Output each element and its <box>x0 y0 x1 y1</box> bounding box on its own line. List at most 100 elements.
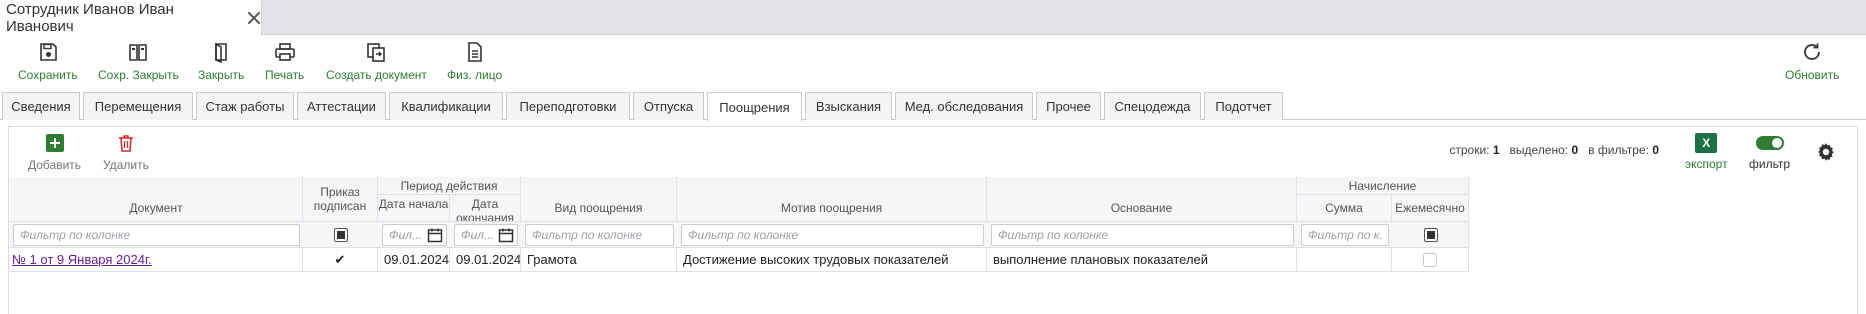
tab-label: Спецодежда <box>1114 99 1191 114</box>
checkmark-icon: ✔ <box>334 251 346 267</box>
tab-qualifications[interactable]: Квалификации <box>389 92 503 120</box>
col-header-date-start[interactable]: Дата начала <box>378 195 450 222</box>
door-icon <box>215 42 227 63</box>
col-header-text: Мотив поощрения <box>780 201 883 215</box>
col-header-text: Ежемесячно <box>1395 201 1465 215</box>
filter-switch[interactable] <box>1755 136 1784 150</box>
col-header-date-end[interactable]: Дата окончания <box>450 195 521 222</box>
table-row-amount[interactable] <box>1297 248 1392 272</box>
print-label: Печать <box>265 68 305 82</box>
print-button[interactable]: Печать <box>265 41 304 82</box>
tab-label: Поощрения <box>719 99 790 115</box>
tab-other[interactable]: Прочее <box>1036 92 1101 120</box>
delete-button[interactable]: Удалить <box>103 133 149 172</box>
save-label: Сохранить <box>18 68 78 82</box>
col-header-text: Сумма <box>1325 201 1363 215</box>
tab-label: Прочее <box>1046 99 1091 114</box>
gear-icon[interactable] <box>1815 141 1837 163</box>
tab-transfers[interactable]: Перемещения <box>83 92 193 120</box>
document-icon <box>467 42 482 62</box>
tab-label: Взыскания <box>815 99 882 114</box>
table-row-basis[interactable]: выполнение плановых показателей <box>987 248 1297 272</box>
tab-penalties[interactable]: Взыскания <box>805 92 892 120</box>
person-button[interactable]: Физ. лицо <box>447 41 502 82</box>
table-row-award-reason[interactable]: Достижение высоких трудовых показателей <box>677 248 987 272</box>
award-reason-value: Достижение высоких трудовых показателей <box>683 252 949 267</box>
rows-count-label: строки: <box>1449 143 1490 157</box>
col-header-order-signed[interactable]: Приказ подписан <box>303 177 378 222</box>
tab-info[interactable]: Сведения <box>2 92 80 120</box>
col-header-text: Дата окончания <box>455 197 515 222</box>
document-filter-input[interactable] <box>13 224 300 246</box>
col-header-basis[interactable]: Основание <box>987 177 1297 222</box>
create-document-button[interactable]: Создать документ <box>326 41 427 82</box>
basis-filter-input[interactable] <box>991 224 1294 246</box>
tab-attestations[interactable]: Аттестации <box>297 92 386 120</box>
save-close-label: Сохр. Закрыть <box>98 68 179 82</box>
award-type-value: Грамота <box>527 252 577 267</box>
awards-panel: Добавить Удалить строки: 1 выделено: 0 в… <box>8 126 1858 314</box>
calendar-icon[interactable] <box>498 227 514 243</box>
close-icon[interactable] <box>246 10 261 26</box>
award-type-filter-input[interactable] <box>525 224 674 246</box>
book-save-icon <box>129 44 148 61</box>
tab-accountable[interactable]: Подотчет <box>1204 92 1283 120</box>
col-header-award-type[interactable]: Вид поощрения <box>521 177 677 222</box>
export-label: экспорт <box>1685 157 1728 171</box>
tab-label: Мед. обследования <box>904 99 1024 114</box>
filtered-count-value: 0 <box>1652 143 1659 157</box>
selected-count-value: 0 <box>1571 143 1579 157</box>
col-header-document[interactable]: Документ <box>10 177 303 222</box>
add-label: Добавить <box>28 158 82 172</box>
selected-count-label: выделено: <box>1509 143 1569 157</box>
table-row-document[interactable]: № 1 от 9 Января 2024г. <box>10 248 303 272</box>
tab-label: Квалификации <box>401 99 491 114</box>
date-end-value: 09.01.2024 <box>456 252 521 267</box>
tab-medical[interactable]: Мед. обследования <box>895 92 1033 120</box>
tab-experience[interactable]: Стаж работы <box>196 92 294 120</box>
plus-icon <box>45 134 64 152</box>
save-close-button[interactable]: Сохр. Закрыть <box>98 41 179 82</box>
tab-label: Сведения <box>11 99 71 114</box>
col-group-period: Период действия <box>378 177 521 195</box>
filtered-count-label: в фильтре: <box>1588 143 1649 157</box>
col-header-text: Основание <box>1110 201 1173 215</box>
date-start-value: 09.01.2024 <box>384 252 450 267</box>
monthly-filter-checkbox[interactable] <box>1424 228 1438 242</box>
close-button[interactable]: Закрыть <box>198 41 244 82</box>
rows-count-value: 1 <box>1492 143 1500 157</box>
col-group-text: Период действия <box>400 178 498 193</box>
table-row-date-start[interactable]: 09.01.2024 <box>378 248 450 272</box>
col-header-monthly[interactable]: Ежемесячно <box>1392 195 1469 222</box>
tab-awards[interactable]: Поощрения <box>707 92 802 121</box>
monthly-checkbox[interactable] <box>1423 252 1437 267</box>
export-button[interactable]: X экспорт <box>1685 133 1728 171</box>
order-signed-filter-checkbox[interactable] <box>334 228 348 242</box>
floppy-disk-icon <box>40 43 57 61</box>
table-row-award-type[interactable]: Грамота <box>521 248 677 272</box>
award-reason-filter-input[interactable] <box>681 224 984 246</box>
tab-workwear[interactable]: Спецодежда <box>1104 92 1201 120</box>
add-button[interactable]: Добавить <box>28 133 81 172</box>
window-tab-strip: Сотрудник Иванов Иван Иванович <box>0 0 1866 35</box>
basis-value: выполнение плановых показателей <box>993 252 1209 267</box>
col-header-amount[interactable]: Сумма <box>1297 195 1392 222</box>
table-row-order-signed[interactable]: ✔ <box>303 248 378 272</box>
col-header-text: Дата начала <box>378 197 449 211</box>
filter-toggle[interactable]: фильтр <box>1749 133 1790 171</box>
table-row-monthly[interactable] <box>1392 248 1469 272</box>
grid-stats: строки: 1 выделено: 0 в фильтре: 0 <box>1449 143 1659 157</box>
col-header-award-reason[interactable]: Мотив поощрения <box>677 177 987 222</box>
save-button[interactable]: Сохранить <box>18 41 78 82</box>
delete-label: Удалить <box>103 158 149 172</box>
document-link[interactable]: № 1 от 9 Января 2024г. <box>12 252 152 267</box>
tab-label: Аттестации <box>307 99 376 114</box>
tab-label: Переподготовки <box>519 99 617 114</box>
amount-filter-input[interactable] <box>1301 224 1389 246</box>
table-row-date-end[interactable]: 09.01.2024 <box>450 248 521 272</box>
document-tab[interactable]: Сотрудник Иванов Иван Иванович <box>0 0 262 35</box>
refresh-button[interactable]: Обновить <box>1785 41 1839 82</box>
tab-vacations[interactable]: Отпуска <box>633 92 704 120</box>
tab-retraining[interactable]: Переподготовки <box>506 92 630 120</box>
calendar-icon[interactable] <box>427 227 443 243</box>
